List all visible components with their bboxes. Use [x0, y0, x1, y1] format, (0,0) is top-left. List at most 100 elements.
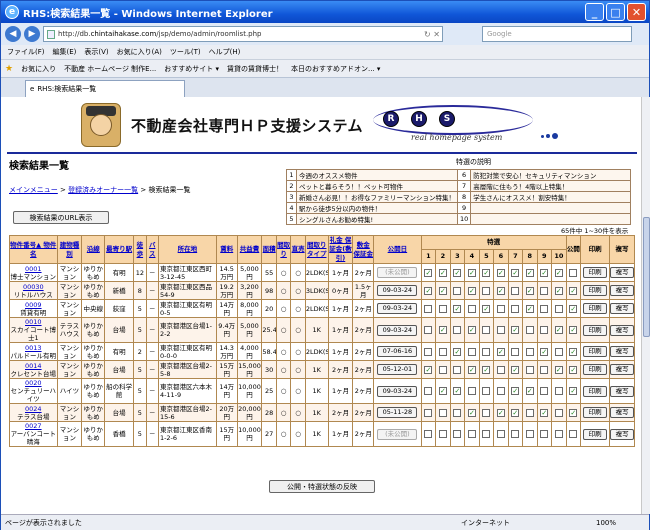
tokusen-checkbox[interactable]	[540, 304, 549, 313]
copy-button[interactable]: 複写	[610, 303, 634, 314]
print-button[interactable]: 印刷	[583, 428, 608, 440]
col-key[interactable]: 礼金 保証金(敷引)	[327, 235, 354, 264]
menu-file[interactable]: ファイル(F)	[7, 47, 45, 57]
copy-button[interactable]: 複写	[610, 267, 634, 278]
publish-date-button[interactable]: 05-12-01	[377, 364, 418, 375]
tokusen-checkbox[interactable]: ✓	[424, 365, 433, 374]
copy-button[interactable]: 複写	[610, 346, 634, 357]
tokusen-checkbox[interactable]	[511, 430, 520, 438]
property-link[interactable]: 0009	[25, 301, 42, 309]
publish-date-button[interactable]: 05-11-28	[377, 407, 418, 418]
copy-button[interactable]: 複写	[610, 385, 634, 397]
open-checkbox[interactable]: ✓	[569, 365, 578, 374]
tokusen-checkbox[interactable]	[554, 304, 563, 313]
tokusen-checkbox[interactable]	[496, 430, 505, 438]
tokusen-checkbox[interactable]	[438, 408, 447, 417]
fav-item-2[interactable]: おすすめサイト ▾	[164, 64, 219, 74]
tokusen-checkbox[interactable]	[496, 326, 505, 334]
property-link[interactable]: 0010	[25, 319, 42, 327]
tokusen-checkbox[interactable]: ✓	[467, 326, 476, 334]
publish-date-button[interactable]: 09-03-24	[377, 303, 418, 314]
tokusen-checkbox[interactable]	[525, 326, 534, 334]
property-link[interactable]: 0013	[25, 344, 42, 352]
property-link[interactable]: 0020	[25, 380, 42, 388]
fav-item-4[interactable]: 本日のおすすめアドオン... ▾	[291, 64, 380, 74]
tokusen-checkbox[interactable]	[511, 347, 520, 356]
col-walk[interactable]: 徒歩	[133, 235, 147, 264]
tokusen-checkbox[interactable]: ✓	[540, 268, 549, 277]
publish-date-button[interactable]: 09-03-24	[377, 324, 418, 336]
tokusen-checkbox[interactable]	[482, 408, 491, 417]
tokusen-checkbox[interactable]	[482, 387, 491, 395]
tokusen-checkbox[interactable]	[525, 408, 534, 417]
publish-date-button[interactable]: (未公開)	[377, 267, 418, 278]
tokusen-checkbox[interactable]: ✓	[482, 304, 491, 313]
tokusen-checkbox[interactable]	[511, 304, 520, 313]
tokusen-checkbox[interactable]	[540, 430, 549, 438]
tokusen-checkbox[interactable]: ✓	[496, 408, 505, 417]
fav-item-0[interactable]: お気に入り	[21, 64, 56, 74]
tokusen-checkbox[interactable]: ✓	[525, 387, 534, 395]
tokusen-checkbox[interactable]: ✓	[554, 326, 563, 334]
menu-edit[interactable]: 編集(E)	[53, 47, 77, 57]
tokusen-checkbox[interactable]: ✓	[482, 268, 491, 277]
tokusen-checkbox[interactable]	[540, 326, 549, 334]
print-button[interactable]: 印刷	[583, 285, 608, 296]
tokusen-checkbox[interactable]: ✓	[511, 387, 520, 395]
tokusen-checkbox[interactable]: ✓	[438, 326, 447, 334]
open-checkbox[interactable]	[569, 268, 578, 277]
tokusen-checkbox[interactable]: ✓	[554, 286, 563, 295]
open-checkbox[interactable]: ✓	[569, 408, 578, 417]
tokusen-checkbox[interactable]: ✓	[453, 268, 462, 277]
copy-button[interactable]: 複写	[610, 407, 634, 418]
tokusen-checkbox[interactable]: ✓	[540, 347, 549, 356]
tokusen-checkbox[interactable]	[482, 430, 491, 438]
tokusen-checkbox[interactable]	[424, 326, 433, 334]
print-button[interactable]: 印刷	[583, 267, 608, 278]
tokusen-checkbox[interactable]	[467, 387, 476, 395]
tokusen-checkbox[interactable]	[467, 430, 476, 438]
close-button[interactable]: ✕	[627, 3, 646, 21]
print-button[interactable]: 印刷	[583, 385, 608, 397]
menu-favorites[interactable]: お気に入り(A)	[117, 47, 162, 57]
zoom-level[interactable]: 100%	[596, 519, 616, 527]
tokusen-checkbox[interactable]: ✓	[525, 268, 534, 277]
tokusen-checkbox[interactable]: ✓	[511, 408, 520, 417]
print-button[interactable]: 印刷	[583, 364, 608, 375]
copy-button[interactable]: 複写	[610, 364, 634, 375]
tokusen-checkbox[interactable]	[540, 286, 549, 295]
tokusen-checkbox[interactable]	[554, 387, 563, 395]
publish-date-button[interactable]: (未公開)	[377, 428, 418, 440]
maximize-button[interactable]: □	[606, 3, 625, 21]
tokusen-checkbox[interactable]	[482, 286, 491, 295]
tokusen-checkbox[interactable]	[438, 304, 447, 313]
tokusen-checkbox[interactable]: ✓	[525, 304, 534, 313]
col-fee[interactable]: 共益費	[236, 235, 263, 264]
minimize-button[interactable]: _	[585, 3, 604, 21]
copy-button[interactable]: 複写	[610, 285, 634, 296]
crumb-owner-list[interactable]: 登録済みオーナー一覧	[68, 186, 138, 194]
menu-help[interactable]: ヘルプ(H)	[209, 47, 241, 57]
property-link[interactable]: 0027	[25, 423, 42, 431]
tokusen-checkbox[interactable]: ✓	[453, 387, 462, 395]
tokusen-checkbox[interactable]	[438, 347, 447, 356]
tokusen-checkbox[interactable]: ✓	[467, 268, 476, 277]
tokusen-checkbox[interactable]	[540, 365, 549, 374]
url-input[interactable]: http://db. chintaihakase.com/jsp/demo/adm…	[43, 26, 443, 42]
tokusen-checkbox[interactable]: ✓	[438, 268, 447, 277]
open-checkbox[interactable]: ✓	[569, 304, 578, 313]
tokusen-checkbox[interactable]	[525, 365, 534, 374]
tokusen-checkbox[interactable]	[424, 430, 433, 438]
property-link[interactable]: 0024	[25, 405, 42, 413]
print-button[interactable]: 印刷	[583, 303, 608, 314]
tokusen-checkbox[interactable]	[453, 430, 462, 438]
tokusen-checkbox[interactable]: ✓	[424, 286, 433, 295]
tokusen-checkbox[interactable]	[424, 408, 433, 417]
tokusen-checkbox[interactable]	[424, 304, 433, 313]
menu-view[interactable]: 表示(V)	[84, 47, 108, 57]
open-checkbox[interactable]: ✓	[569, 326, 578, 334]
publish-date-button[interactable]: 07-06-16	[377, 346, 418, 357]
back-icon[interactable]: ◀	[5, 26, 21, 42]
property-link[interactable]: 00030	[23, 283, 44, 291]
tokusen-checkbox[interactable]	[496, 304, 505, 313]
